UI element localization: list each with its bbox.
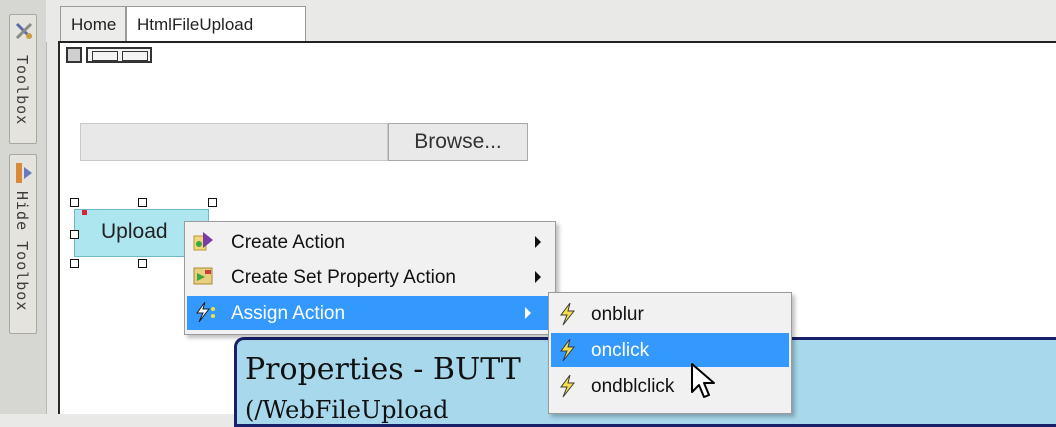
properties-subtitle: (/WebFileUpload (245, 396, 449, 424)
submenu-item-onclick[interactable]: onclick (551, 333, 789, 367)
selection-handle[interactable] (208, 198, 217, 207)
assign-action-submenu: onblur onclick ondblclick (548, 292, 792, 414)
tab-home-label: Home (71, 15, 117, 34)
hide-toolbox-tab[interactable]: Hide Toolbox (9, 154, 37, 334)
tab-home[interactable]: Home (60, 6, 126, 42)
submenu-item-label: ondblclick (591, 376, 675, 397)
menu-item-label: Create Set Property Action (231, 267, 456, 288)
lightning-icon (193, 301, 219, 329)
menu-item-create-set-property-action[interactable]: Create Set Property Action (187, 260, 553, 294)
toolbox-icon (14, 21, 34, 45)
set-property-icon (193, 265, 215, 293)
properties-title: Properties - BUTT (245, 352, 521, 387)
tab-htmlfileupload-label: HtmlFileUpload (137, 15, 254, 34)
anchor-marker (82, 210, 87, 215)
document-tabbar: Home HtmlFileUpload (46, 0, 1056, 43)
selection-handle[interactable] (70, 230, 79, 239)
submenu-arrow-icon (525, 307, 531, 319)
selection-handle[interactable] (138, 259, 147, 268)
menu-item-label: Create Action (231, 232, 346, 253)
side-toolbar: Toolbox Hide Toolbox (0, 0, 47, 414)
menu-item-assign-action[interactable]: Assign Action (187, 296, 553, 330)
selection-handle[interactable] (70, 198, 79, 207)
file-path-input[interactable] (80, 123, 388, 161)
browse-button[interactable]: Browse... (388, 123, 528, 161)
mini-textbox-control[interactable] (86, 47, 152, 63)
hide-toolbox-icon (14, 161, 34, 189)
mini-checkbox-control[interactable] (66, 47, 82, 63)
hide-toolbox-label: Hide Toolbox (13, 191, 31, 312)
lightning-icon (557, 374, 579, 404)
submenu-arrow-icon (535, 236, 541, 248)
toolbox-label: Toolbox (13, 55, 31, 126)
create-action-icon (193, 230, 215, 258)
lightning-icon (557, 302, 579, 332)
submenu-item-ondblclick[interactable]: ondblclick (551, 369, 789, 403)
tab-htmlfileupload[interactable]: HtmlFileUpload (126, 6, 306, 43)
submenu-item-onblur[interactable]: onblur (551, 297, 789, 331)
submenu-item-label: onclick (591, 340, 650, 361)
lightning-icon (557, 338, 579, 368)
submenu-arrow-icon (535, 271, 541, 283)
context-menu: Create Action Create Set Property Action… (184, 221, 556, 335)
mouse-pointer-icon (690, 362, 716, 404)
toolbox-tab[interactable]: Toolbox (9, 14, 37, 144)
menu-item-create-action[interactable]: Create Action (187, 225, 553, 259)
menu-item-label: Assign Action (231, 303, 346, 324)
selection-handle[interactable] (70, 259, 79, 268)
selection-handle[interactable] (138, 198, 147, 207)
submenu-item-label: onblur (591, 304, 644, 325)
